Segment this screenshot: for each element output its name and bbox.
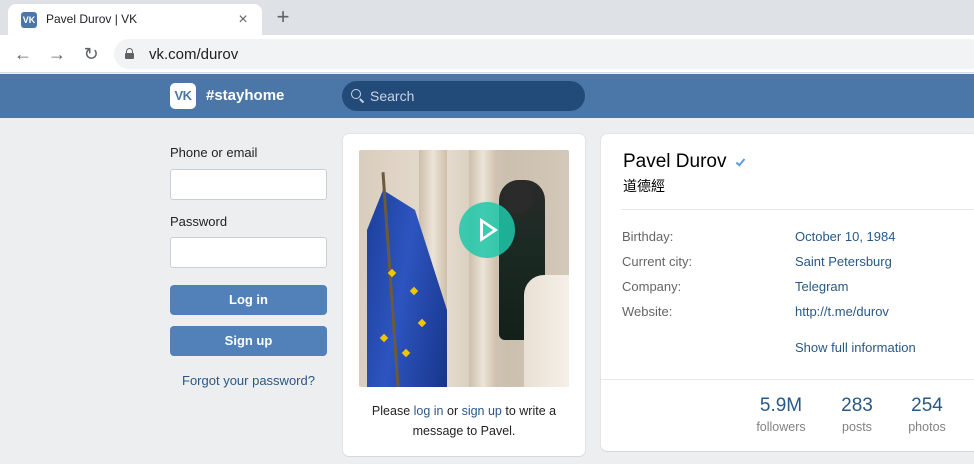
browser-toolbar: ← → ↻ vk.com/durov — [0, 35, 974, 73]
lock-icon[interactable] — [125, 48, 134, 59]
url-text[interactable]: vk.com/durov — [149, 46, 238, 63]
divider — [621, 209, 974, 210]
profile-name: Pavel Durov — [623, 151, 727, 172]
profile-card: Pavel Durov 道德經 Birthday: October 10, 19… — [601, 134, 974, 451]
phone-email-input[interactable] — [170, 169, 327, 200]
tab-title: Pavel Durov | VK — [46, 12, 138, 26]
forward-arrow-icon[interactable]: → — [44, 41, 70, 67]
info-row-birthday: Birthday: October 10, 1984 — [622, 229, 896, 244]
phone-label: Phone or email — [170, 145, 258, 160]
info-row-company: Company: Telegram — [622, 279, 849, 294]
video-thumbnail[interactable] — [359, 150, 569, 387]
counter-photos[interactable]: 254 photos — [900, 395, 954, 437]
brand-hashtag[interactable]: #stayhome — [206, 87, 284, 104]
info-row-website: Website: http://t.me/durov — [622, 304, 889, 319]
password-input[interactable] — [170, 237, 327, 268]
play-button[interactable] — [459, 202, 515, 258]
reload-icon[interactable]: ↻ — [78, 41, 104, 67]
write-message-prompt: Please log in or sign up to write a mess… — [371, 404, 557, 438]
show-full-information-link[interactable]: Show full information — [795, 340, 916, 355]
browser-tab[interactable]: VK Pavel Durov | VK × — [8, 4, 262, 35]
counter-followers[interactable]: 5.9M followers — [749, 395, 813, 437]
forgot-password-link[interactable]: Forgot your password? — [170, 373, 327, 388]
vk-favicon-icon: VK — [21, 12, 37, 28]
divider — [601, 379, 974, 380]
info-row-city: Current city: Saint Petersburg — [622, 254, 892, 269]
address-bar[interactable]: vk.com/durov — [114, 39, 974, 69]
password-label: Password — [170, 214, 228, 229]
caption-signup-link[interactable]: sign up — [462, 404, 502, 418]
counter-posts[interactable]: 283 posts — [831, 395, 883, 437]
profile-status: 道德經 — [623, 179, 665, 195]
search-box[interactable] — [342, 81, 585, 111]
vk-header: VK #stayhome — [0, 74, 974, 118]
verified-check-icon[interactable] — [735, 156, 747, 168]
search-icon — [351, 89, 365, 103]
signup-button[interactable]: Sign up — [170, 326, 327, 356]
close-tab-icon[interactable]: × — [234, 11, 252, 29]
caption-login-link[interactable]: log in — [414, 404, 444, 418]
vk-logo-icon[interactable]: VK — [170, 83, 196, 109]
browser-tab-bar: VK Pavel Durov | VK × + — [0, 0, 974, 35]
login-button[interactable]: Log in — [170, 285, 327, 315]
back-arrow-icon[interactable]: ← — [10, 41, 36, 67]
video-card: Please log in or sign up to write a mess… — [343, 134, 585, 456]
search-input[interactable] — [370, 87, 570, 105]
new-tab-icon[interactable]: + — [270, 5, 296, 31]
